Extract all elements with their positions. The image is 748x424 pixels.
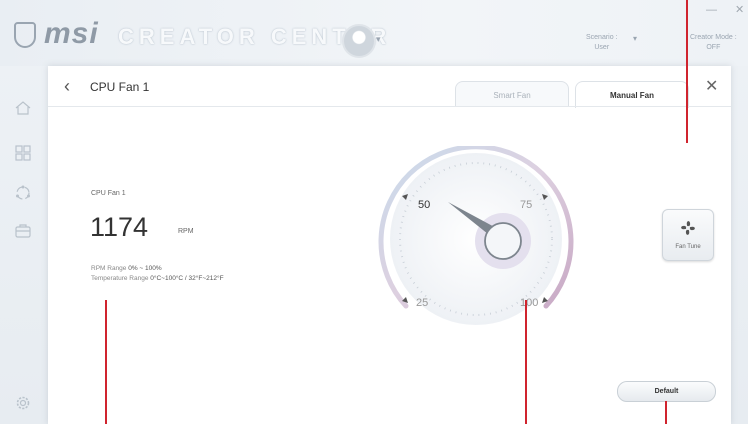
msi-logo: msi <box>44 17 99 50</box>
gauge-label-25: 25 <box>416 297 428 309</box>
fan-speed-gauge[interactable]: 50 75 25 100 <box>358 146 608 346</box>
default-button[interactable]: Default <box>617 381 716 402</box>
toolbox-icon[interactable] <box>14 222 32 240</box>
sidebar <box>0 66 48 424</box>
temp-range-value: 0°C~100°C / 32°F~212°F <box>150 275 224 282</box>
fan-name: CPU Fan 1 <box>91 190 126 197</box>
fan-tune-label: Fan Tune <box>675 244 701 250</box>
chevron-down-icon[interactable]: ▾ <box>376 34 381 45</box>
minimize-button[interactable]: — <box>706 4 717 16</box>
scenario-value: User <box>594 44 610 51</box>
callout-line-fan-tune <box>686 0 688 143</box>
scenario-chevron-icon[interactable]: ▾ <box>633 34 637 43</box>
window-close-button[interactable]: ✕ <box>735 3 744 16</box>
tab-manual-fan[interactable]: Manual Fan <box>575 81 689 108</box>
network-icon[interactable] <box>14 184 32 202</box>
page-title: CPU Fan 1 <box>90 80 150 94</box>
gauge-label-50: 50 <box>418 199 430 211</box>
fan-icon <box>681 221 695 235</box>
back-button[interactable]: ‹ <box>64 76 70 97</box>
home-icon[interactable] <box>14 99 32 117</box>
creator-mode-value: OFF <box>706 44 721 51</box>
grid-icon[interactable] <box>14 144 32 162</box>
scenario-label: Scenario : <box>586 34 618 41</box>
creator-mode-toggle[interactable]: Creator Mode : OFF <box>690 33 737 53</box>
msi-shield-icon <box>14 22 36 48</box>
callout-line-default <box>665 401 667 424</box>
rpm-unit: RPM <box>178 228 194 235</box>
gauge-label-100: 100 <box>520 297 538 309</box>
callout-line-rpm <box>105 300 107 424</box>
gauge-hub[interactable] <box>484 222 522 260</box>
panel-close-button[interactable]: ✕ <box>705 76 718 96</box>
gear-icon[interactable] <box>14 394 32 412</box>
header-divider <box>48 106 731 107</box>
fan-tune-button[interactable]: Fan Tune <box>662 209 714 261</box>
callout-line-gauge <box>525 300 527 424</box>
rpm-range: RPM Range 0% ~ 100% <box>91 265 162 272</box>
gauge-label-75: 75 <box>520 199 532 211</box>
fan-control-panel: ‹ CPU Fan 1 Smart Fan Manual Fan ✕ CPU F… <box>48 66 731 424</box>
rpm-range-label: RPM Range <box>91 265 127 272</box>
rpm-value: 1174 <box>90 212 149 242</box>
rpm-range-value: 0% ~ 100% <box>128 265 162 272</box>
creator-mode-label: Creator Mode : <box>690 34 737 41</box>
temperature-range: Temperature Range 0°C~100°C / 32°F~212°F <box>91 275 224 282</box>
user-avatar[interactable] <box>342 24 376 58</box>
temp-range-label: Temperature Range <box>91 275 149 282</box>
title-bar: msi CREATOR CENTER ▾ Scenario : User ▾ C… <box>0 0 748 66</box>
scenario-selector[interactable]: Scenario : User <box>586 33 618 53</box>
tab-smart-fan[interactable]: Smart Fan <box>455 81 569 107</box>
